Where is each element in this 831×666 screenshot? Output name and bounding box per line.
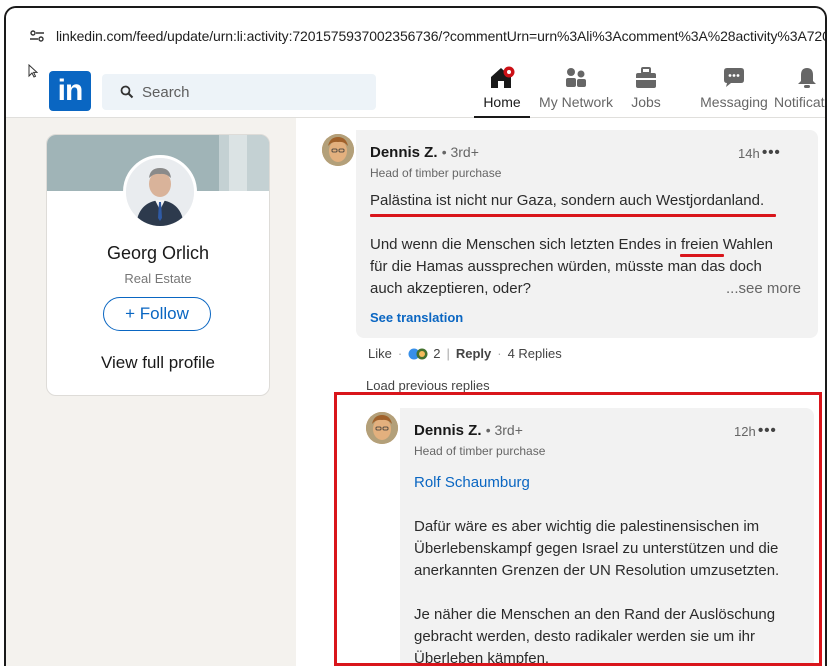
nav-notifications[interactable]: Notificatio <box>774 62 825 118</box>
comment-body-line: für die Hamas aussprechen würden, müsste… <box>370 258 762 275</box>
comment-author[interactable]: Dennis Z. • 3rd+ <box>370 144 479 161</box>
comment-body-line: auch akzeptieren, oder? <box>370 280 531 297</box>
search-placeholder: Search <box>142 84 190 101</box>
load-previous-replies-link[interactable]: Load previous replies <box>366 378 490 393</box>
commenter-avatar[interactable] <box>322 134 354 166</box>
nav-notifications-label: Notificatio <box>774 94 825 110</box>
comment-author-name[interactable]: Dennis Z. <box>370 144 438 161</box>
profile-name[interactable]: Georg Orlich <box>47 243 269 264</box>
reply-button[interactable]: Reply <box>456 346 491 361</box>
search-icon <box>120 85 134 99</box>
profile-avatar[interactable] <box>123 155 197 229</box>
comment-timestamp: 14h <box>738 146 760 161</box>
network-icon <box>566 68 586 87</box>
nav-my-network-label: My Network <box>539 94 613 110</box>
search-input[interactable]: Search <box>102 74 376 110</box>
nav-home-label: Home <box>483 94 521 110</box>
annotation-highlight-box <box>334 392 822 666</box>
like-button[interactable]: Like <box>368 346 392 361</box>
linkedin-logo[interactable]: in <box>49 71 91 111</box>
follow-button[interactable]: + Follow <box>103 297 211 331</box>
nav-messaging[interactable]: Messaging <box>696 62 772 118</box>
bell-icon <box>798 68 816 88</box>
site-settings-icon[interactable] <box>30 30 44 42</box>
message-icon <box>724 68 744 87</box>
reactions-icon[interactable] <box>408 348 430 360</box>
nav-messaging-label: Messaging <box>700 94 768 110</box>
profile-card: Georg Orlich Real Estate + Follow View f… <box>46 134 270 396</box>
top-navigation: in Search Home My Network Jobs Messaging… <box>6 60 825 118</box>
nav-home[interactable]: Home <box>474 62 530 118</box>
comment-body-line: Und wenn die Menschen sich letzten Endes… <box>370 236 774 253</box>
see-translation-link[interactable]: See translation <box>370 310 463 325</box>
comment-more-options-icon[interactable]: ••• <box>762 144 781 161</box>
nav-my-network[interactable]: My Network <box>536 62 616 118</box>
nav-jobs-label: Jobs <box>631 94 661 110</box>
person-portrait-icon <box>322 134 354 166</box>
home-icon <box>491 66 515 88</box>
view-full-profile-link[interactable]: View full profile <box>47 353 269 373</box>
connection-degree: • 3rd+ <box>441 144 479 160</box>
comment-bubble: Dennis Z. • 3rd+ Head of timber purchase… <box>356 130 818 338</box>
person-portrait-icon <box>126 158 194 226</box>
replies-count-link[interactable]: 4 Replies <box>508 346 562 361</box>
see-more-link[interactable]: ...see more <box>726 280 801 297</box>
comment-author-headline: Head of timber purchase <box>370 166 502 180</box>
briefcase-icon <box>636 67 656 88</box>
annotation-underline <box>370 214 776 217</box>
profile-headline: Real Estate <box>124 271 192 286</box>
url-text[interactable]: linkedin.com/feed/update/urn:li:activity… <box>56 28 825 44</box>
comment-actions: Like · 2 | Reply · 4 Replies <box>368 346 562 361</box>
address-bar[interactable]: linkedin.com/feed/update/urn:li:activity… <box>6 8 825 60</box>
reaction-count[interactable]: 2 <box>433 346 440 361</box>
mouse-cursor-icon <box>28 64 38 78</box>
comment-highlighted-line: Palästina ist nicht nur Gaza, sondern au… <box>370 192 765 209</box>
nav-jobs[interactable]: Jobs <box>624 62 668 118</box>
